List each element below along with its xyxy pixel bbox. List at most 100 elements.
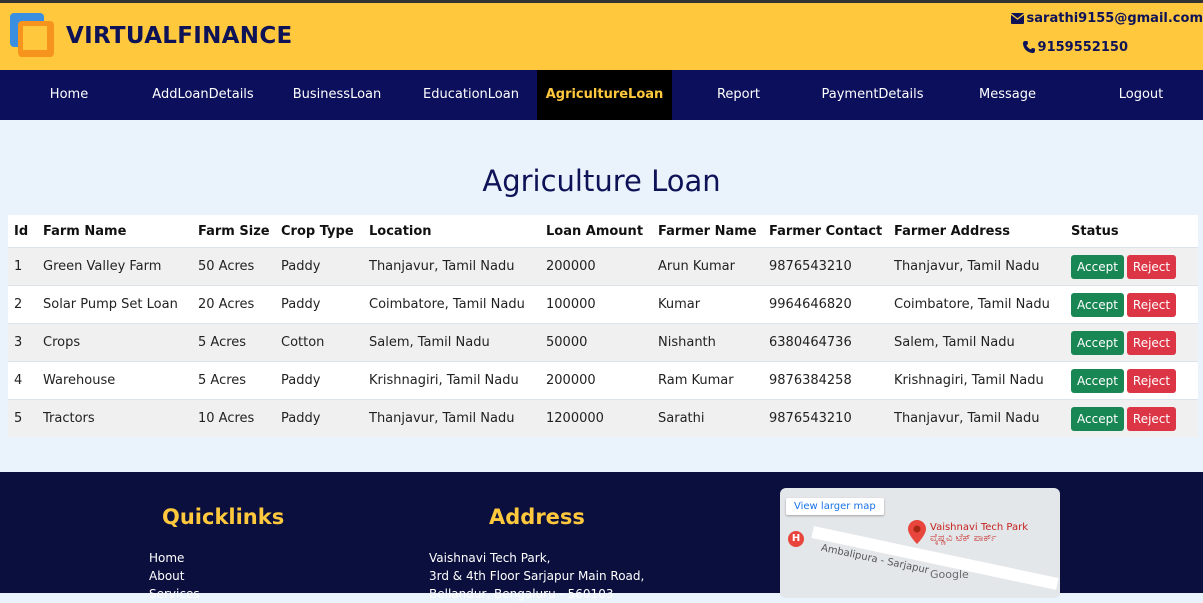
map-pin-icon[interactable] [908, 520, 926, 544]
agriculture-loan-table: Id Farm Name Farm Size Crop Type Locatio… [8, 215, 1198, 437]
cell-location: Coimbatore, Tamil Nadu [369, 285, 546, 324]
quicklinks-list: Home About Services [149, 549, 200, 603]
accept-button[interactable]: Accept [1071, 368, 1124, 393]
cell-farmer-address: Coimbatore, Tamil Nadu [894, 285, 1071, 324]
cell-crop-type: Paddy [281, 399, 369, 437]
map-place-name: Vaishnavi Tech Park [930, 522, 1029, 533]
cell-farm-name: Solar Pump Set Loan [43, 285, 198, 324]
cell-location: Krishnagiri, Tamil Nadu [369, 361, 546, 400]
cell-status: Accept Reject [1071, 399, 1198, 437]
table-header-row: Id Farm Name Farm Size Crop Type Locatio… [8, 215, 1198, 248]
footer-link-services[interactable]: Services [149, 585, 200, 603]
main-navigation: Home AddLoanDetails BusinessLoan Educati… [0, 70, 1203, 120]
cell-id: 3 [8, 323, 43, 362]
cell-status: Accept Reject [1071, 247, 1198, 286]
accept-button[interactable]: Accept [1071, 406, 1124, 431]
table-row: 3 Crops 5 Acres Cotton Salem, Tamil Nadu… [8, 323, 1198, 362]
map-place-local-name: ವೈಷ್ಣವಿ ಟೆಕ್ ಪಾರ್ಕ್ [930, 533, 997, 544]
cell-location: Salem, Tamil Nadu [369, 323, 546, 362]
address-line: 3rd & 4th Floor Sarjapur Main Road, [429, 569, 645, 583]
cell-farm-size: 5 Acres [198, 323, 281, 362]
reject-button[interactable]: Reject [1126, 254, 1177, 279]
table-row: 4 Warehouse 5 Acres Paddy Krishnagiri, T… [8, 361, 1198, 400]
footer-link-home[interactable]: Home [149, 549, 200, 567]
address-block: Vaishnavi Tech Park, 3rd & 4th Floor Sar… [429, 549, 644, 603]
accept-button[interactable]: Accept [1071, 254, 1124, 279]
reject-button[interactable]: Reject [1126, 330, 1177, 355]
nav-agriculture-loan[interactable]: AgricultureLoan [537, 70, 672, 120]
column-header-farmer-address: Farmer Address [894, 215, 1071, 248]
contact-phone-text: 9159552150 [1037, 40, 1128, 55]
address-line: Bellandur, Bengaluru - 560103 [429, 587, 614, 601]
cell-status: Accept Reject [1071, 285, 1198, 324]
cell-status: Accept Reject [1071, 361, 1198, 400]
cell-farm-size: 10 Acres [198, 399, 281, 437]
cell-crop-type: Cotton [281, 323, 369, 362]
contact-phone[interactable]: 9159552150 [1022, 40, 1128, 55]
cell-loan-amount: 200000 [546, 247, 658, 286]
brand-name[interactable]: VIRTUALFINANCE [66, 23, 293, 49]
nav-business-loan[interactable]: BusinessLoan [290, 70, 384, 120]
view-larger-map-link[interactable]: View larger map [786, 498, 884, 515]
nav-home[interactable]: Home [45, 70, 93, 120]
address-line: Vaishnavi Tech Park, [429, 551, 551, 565]
quicklinks-title: Quicklinks [162, 505, 285, 529]
nav-logout[interactable]: Logout [1110, 70, 1172, 120]
cell-farmer-name: Nishanth [658, 323, 769, 362]
hospital-marker-icon: H [788, 531, 804, 547]
contact-email-text: sarathi9155@gmail.com [1026, 11, 1203, 26]
cell-farmer-address: Salem, Tamil Nadu [894, 323, 1071, 362]
cell-farmer-address: Thanjavur, Tamil Nadu [894, 247, 1071, 286]
cell-farmer-contact: 9964646820 [769, 285, 894, 324]
cell-farmer-contact: 9876384258 [769, 361, 894, 400]
cell-crop-type: Paddy [281, 361, 369, 400]
reject-button[interactable]: Reject [1126, 406, 1177, 431]
cell-crop-type: Paddy [281, 285, 369, 324]
google-logo: Google [930, 568, 969, 581]
cell-id: 1 [8, 247, 43, 286]
cell-farmer-name: Arun Kumar [658, 247, 769, 286]
table-row: 2 Solar Pump Set Loan 20 Acres Paddy Coi… [8, 285, 1198, 324]
reject-button[interactable]: Reject [1126, 292, 1177, 317]
column-header-farm-size: Farm Size [198, 215, 281, 248]
cell-loan-amount: 1200000 [546, 399, 658, 437]
main-content: Agriculture Loan Id Farm Name Farm Size … [0, 120, 1203, 472]
envelope-icon [1010, 13, 1024, 24]
cell-farm-name: Warehouse [43, 361, 198, 400]
cell-loan-amount: 100000 [546, 285, 658, 324]
cell-status: Accept Reject [1071, 323, 1198, 362]
phone-icon [1022, 41, 1035, 53]
column-header-farmer-contact: Farmer Contact [769, 215, 894, 248]
map-place-label: Vaishnavi Tech Park ವೈಷ್ಣವಿ ಟೆಕ್ ಪಾರ್ಕ್ [930, 522, 1028, 544]
accept-button[interactable]: Accept [1071, 292, 1124, 317]
nav-report[interactable]: Report [711, 70, 766, 120]
brand-logo[interactable] [10, 13, 56, 59]
cell-farmer-contact: 9876543210 [769, 399, 894, 437]
cell-farmer-name: Sarathi [658, 399, 769, 437]
cell-farm-name: Green Valley Farm [43, 247, 198, 286]
cell-location: Thanjavur, Tamil Nadu [369, 399, 546, 437]
column-header-crop-type: Crop Type [281, 215, 369, 248]
cell-id: 2 [8, 285, 43, 324]
accept-button[interactable]: Accept [1071, 330, 1124, 355]
nav-education-loan[interactable]: EducationLoan [420, 70, 522, 120]
nav-message[interactable]: Message [975, 70, 1040, 120]
cell-id: 5 [8, 399, 43, 437]
address-title: Address [489, 505, 585, 529]
nav-add-loan-details[interactable]: AddLoanDetails [150, 70, 256, 120]
cell-farm-name: Tractors [43, 399, 198, 437]
cell-crop-type: Paddy [281, 247, 369, 286]
contact-email[interactable]: sarathi9155@gmail.com [1010, 11, 1203, 26]
cell-loan-amount: 200000 [546, 361, 658, 400]
cell-farm-size: 50 Acres [198, 247, 281, 286]
embedded-map[interactable]: Ambalipura - Sarjapur H View larger map … [780, 488, 1060, 598]
cell-farmer-name: Ram Kumar [658, 361, 769, 400]
nav-payment-details[interactable]: PaymentDetails [820, 70, 925, 120]
footer-link-about[interactable]: About [149, 567, 200, 585]
reject-button[interactable]: Reject [1126, 368, 1177, 393]
column-header-id: Id [8, 215, 43, 248]
footer: Quicklinks Home About Services Address V… [0, 472, 1203, 601]
cell-farmer-address: Thanjavur, Tamil Nadu [894, 399, 1071, 437]
cell-farmer-contact: 9876543210 [769, 247, 894, 286]
table-row: 1 Green Valley Farm 50 Acres Paddy Thanj… [8, 247, 1198, 286]
